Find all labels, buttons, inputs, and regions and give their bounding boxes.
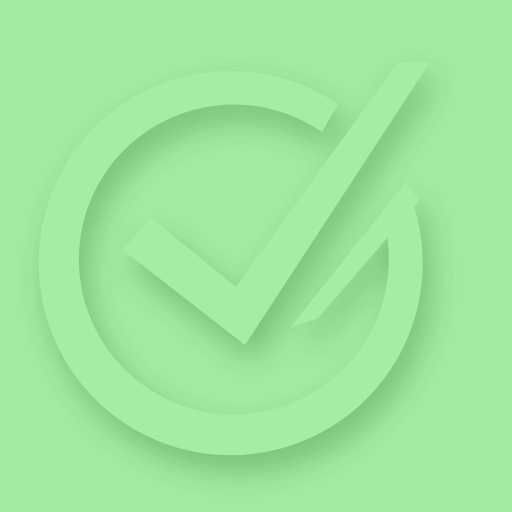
checkmark-circle-icon xyxy=(0,0,512,512)
app-icon xyxy=(0,0,512,512)
